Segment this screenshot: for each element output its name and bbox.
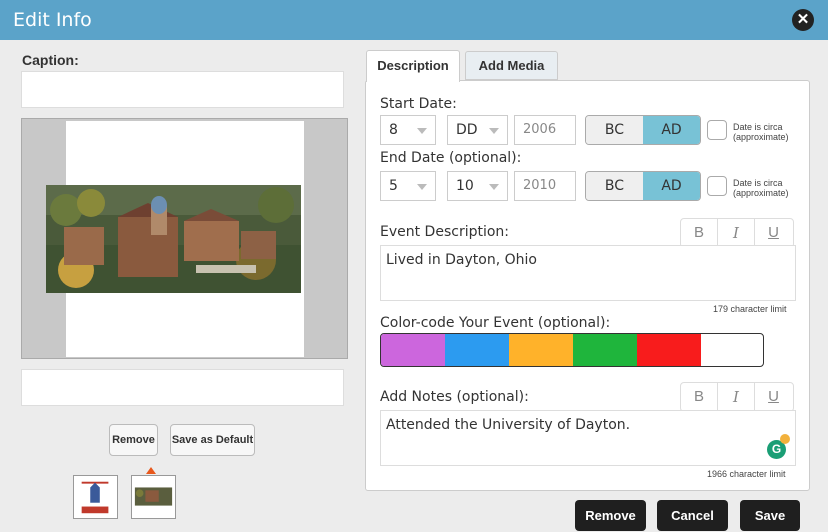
end-day-select[interactable]: 10 xyxy=(447,171,508,201)
tab-add-media[interactable]: Add Media xyxy=(465,51,558,80)
thumbnail-logo[interactable] xyxy=(73,475,118,519)
end-era-bc[interactable]: BC xyxy=(586,172,643,200)
end-day-value: 10 xyxy=(456,178,474,194)
color-code-label: Color-code Your Event (optional): xyxy=(380,315,611,331)
color-swatch-white-selected[interactable]: ✔ xyxy=(381,366,445,367)
end-month-value: 5 xyxy=(389,178,398,194)
color-picker: ✔ xyxy=(380,333,764,367)
event-char-limit: 179 character limit xyxy=(713,304,787,314)
color-swatch-green[interactable] xyxy=(573,334,637,366)
campus-photo xyxy=(46,185,301,293)
description-format-toolbar: B I U xyxy=(680,218,794,248)
end-month-select[interactable]: 5 xyxy=(380,171,436,201)
chevron-down-icon xyxy=(417,128,427,134)
color-swatch-red[interactable] xyxy=(637,334,701,366)
caption-input[interactable] xyxy=(21,71,344,108)
end-year-input[interactable]: 2010 xyxy=(514,171,576,201)
start-day-select[interactable]: DD xyxy=(447,115,508,145)
color-swatch-orange[interactable] xyxy=(509,334,573,366)
italic-button[interactable]: I xyxy=(718,383,755,411)
bold-button[interactable]: B xyxy=(681,219,718,247)
save-as-default-button[interactable]: Save as Default xyxy=(170,424,255,456)
start-day-value: DD xyxy=(456,122,478,138)
secondary-caption-input[interactable] xyxy=(21,369,344,406)
start-era-ad[interactable]: AD xyxy=(643,116,700,144)
notes-format-toolbar: B I U xyxy=(680,382,794,412)
end-circa-checkbox[interactable] xyxy=(707,176,727,196)
end-circa-label: Date is circa (approximate) xyxy=(733,178,789,198)
remove-button[interactable]: Remove xyxy=(575,500,646,531)
start-era-bc[interactable]: BC xyxy=(586,116,643,144)
end-era-ad[interactable]: AD xyxy=(643,172,700,200)
start-month-select[interactable]: 8 xyxy=(380,115,436,145)
save-button[interactable]: Save xyxy=(740,500,800,531)
add-notes-label: Add Notes (optional): xyxy=(380,389,529,405)
chevron-down-icon xyxy=(417,184,427,190)
end-date-label: End Date (optional): xyxy=(380,150,522,166)
start-date-label: Start Date: xyxy=(380,96,457,112)
close-icon[interactable]: ✕ xyxy=(792,9,814,31)
end-circa-line2: (approximate) xyxy=(733,188,789,198)
notes-textarea[interactable]: Attended the University of Dayton. xyxy=(380,410,796,466)
start-circa-line1: Date is circa xyxy=(733,122,783,132)
chevron-down-icon xyxy=(489,128,499,134)
cancel-button[interactable]: Cancel xyxy=(657,500,728,531)
event-description-label: Event Description: xyxy=(380,224,510,240)
event-description-textarea[interactable]: Lived in Dayton, Ohio xyxy=(380,245,796,301)
underline-button[interactable]: U xyxy=(755,219,792,247)
selected-thumbnail-indicator xyxy=(146,467,156,474)
color-swatch-blue[interactable] xyxy=(445,334,509,366)
end-era-toggle: BC AD xyxy=(585,171,701,201)
caption-label: Caption: xyxy=(22,52,79,68)
start-era-toggle: BC AD xyxy=(585,115,701,145)
tab-description[interactable]: Description xyxy=(366,50,460,82)
remove-image-button[interactable]: Remove xyxy=(109,424,158,456)
color-swatch-purple[interactable] xyxy=(381,334,445,366)
start-circa-checkbox[interactable] xyxy=(707,120,727,140)
start-year-input[interactable]: 2006 xyxy=(514,115,576,145)
grammarly-alert-badge xyxy=(780,434,790,444)
end-circa-line1: Date is circa xyxy=(733,178,783,188)
thumbnail-photo[interactable] xyxy=(131,475,176,519)
chevron-down-icon xyxy=(489,184,499,190)
start-circa-line2: (approximate) xyxy=(733,132,789,142)
start-month-value: 8 xyxy=(389,122,398,138)
notes-char-limit: 1966 character limit xyxy=(707,469,786,479)
underline-button[interactable]: U xyxy=(755,383,792,411)
italic-button[interactable]: I xyxy=(718,219,755,247)
window-title: Edit Info xyxy=(13,9,92,31)
title-bar xyxy=(0,0,828,40)
bold-button[interactable]: B xyxy=(681,383,718,411)
start-circa-label: Date is circa (approximate) xyxy=(733,122,789,142)
